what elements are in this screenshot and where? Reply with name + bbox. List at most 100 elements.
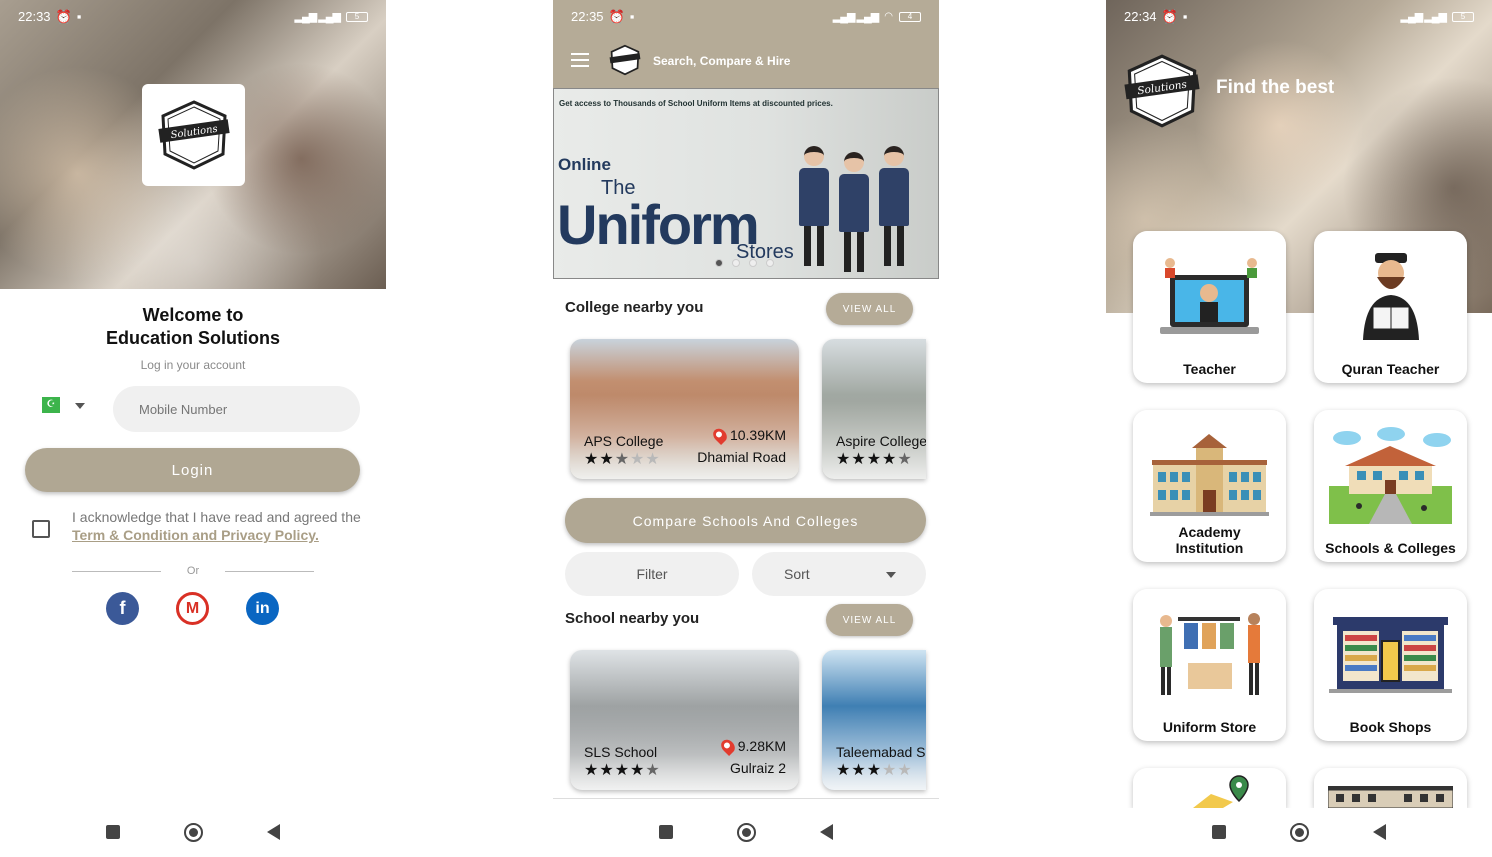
location-pin-icon bbox=[710, 425, 730, 445]
terms-link[interactable]: Term & Condition and Privacy Policy. bbox=[72, 527, 319, 543]
college-name: Aspire College bbox=[836, 433, 926, 449]
category-label: Academy Institution bbox=[1175, 524, 1244, 556]
header-title: Search, Compare & Hire bbox=[653, 54, 791, 68]
home-icon[interactable] bbox=[1290, 822, 1309, 842]
category-label: Book Shops bbox=[1349, 719, 1432, 735]
carousel-dots[interactable] bbox=[715, 259, 774, 267]
academy-building-icon bbox=[1150, 434, 1269, 516]
category-card-partial[interactable] bbox=[1314, 768, 1467, 808]
book-shop-icon bbox=[1329, 617, 1452, 693]
status-time: 22:34 bbox=[1124, 9, 1157, 24]
signal-icon: ▂▄▆ ▂▄▆ bbox=[1400, 11, 1447, 23]
student-illustration bbox=[879, 146, 909, 266]
home-screen: 22:35 ⏰ ▪ ▂▄▆ ▂▄▆ ◠ 4 Search, Compare & … bbox=[553, 0, 939, 857]
gmail-icon[interactable]: M bbox=[176, 592, 209, 625]
battery-icon: 5 bbox=[1452, 11, 1474, 22]
rating-stars: ★★★★★ bbox=[836, 451, 913, 468]
login-screen: 22:33 ⏰ ▪ ▂▄▆ ▂▄▆ 5 Solutions Welcome to… bbox=[0, 0, 386, 857]
college-name: APS College bbox=[584, 433, 664, 449]
android-nav-bar bbox=[0, 807, 386, 857]
category-label: Teacher bbox=[1183, 361, 1236, 377]
lock-icon: ▪ bbox=[1182, 9, 1188, 24]
category-quran-teacher[interactable]: Quran Teacher bbox=[1314, 231, 1467, 383]
recents-icon[interactable] bbox=[106, 825, 120, 839]
welcome-line-1: Welcome to bbox=[142, 305, 244, 325]
android-nav-bar bbox=[1106, 807, 1492, 857]
college-view-all-button[interactable]: VIEW ALL bbox=[826, 293, 913, 325]
school-name: Taleemabad S bbox=[836, 744, 926, 760]
home-icon[interactable] bbox=[184, 822, 203, 842]
student-illustration bbox=[839, 152, 869, 272]
student-illustration bbox=[799, 146, 829, 266]
banner-online: Online bbox=[558, 155, 611, 174]
school-area: Gulraiz 2 bbox=[729, 760, 786, 776]
login-button[interactable]: Login bbox=[25, 448, 360, 492]
alarm-icon: ⏰ bbox=[608, 8, 625, 24]
school-card[interactable]: SLS School 9.28KM Gulraiz 2 ★★★★★ bbox=[570, 650, 799, 790]
building-icon bbox=[1328, 786, 1453, 808]
status-time: 22:35 bbox=[571, 9, 604, 24]
category-schools-colleges[interactable]: Schools & Colleges bbox=[1314, 410, 1467, 562]
category-uniform-store[interactable]: Uniform Store bbox=[1133, 589, 1286, 741]
home-icon[interactable] bbox=[737, 822, 756, 842]
categories-screen: 22:34 ⏰ ▪ ▂▄▆ ▂▄▆ 5 Solutions Find the b… bbox=[1106, 0, 1492, 857]
school-view-all-button[interactable]: VIEW ALL bbox=[826, 604, 913, 636]
education-solutions-logo-icon: Solutions bbox=[157, 100, 230, 170]
chevron-down-icon bbox=[886, 572, 896, 578]
recents-icon[interactable] bbox=[659, 825, 673, 839]
education-solutions-logo-icon: Solutions bbox=[1124, 54, 1200, 128]
hero-headline: Find the best bbox=[1216, 77, 1335, 98]
uniform-store-icon bbox=[1160, 613, 1260, 695]
app-logo: Solutions bbox=[142, 84, 245, 186]
school-distance: 9.28KM bbox=[718, 736, 786, 756]
school-card[interactable]: Taleemabad S ★★★★★ bbox=[822, 650, 926, 790]
category-label: Schools & Colleges bbox=[1325, 540, 1456, 556]
or-label: Or bbox=[186, 565, 200, 577]
terms-checkbox[interactable] bbox=[32, 520, 50, 538]
category-teacher[interactable]: Teacher bbox=[1133, 231, 1286, 383]
back-icon[interactable] bbox=[820, 824, 833, 840]
banner-tagline: Get access to Thousands of School Unifor… bbox=[559, 99, 833, 108]
back-icon[interactable] bbox=[1373, 824, 1386, 840]
teacher-laptop-icon bbox=[1160, 258, 1259, 334]
status-bar: 22:34 ⏰ ▪ ▂▄▆ ▂▄▆ 5 bbox=[1106, 0, 1492, 33]
welcome-line-2: Education Solutions bbox=[106, 328, 280, 348]
category-label: Quran Teacher bbox=[1341, 361, 1440, 377]
android-nav-bar bbox=[553, 807, 939, 857]
status-time: 22:33 bbox=[18, 9, 51, 24]
menu-icon[interactable] bbox=[571, 53, 589, 67]
college-card[interactable]: Aspire College ★★★★★ bbox=[822, 339, 926, 479]
school-building-icon bbox=[1329, 427, 1452, 524]
chevron-down-icon[interactable] bbox=[75, 403, 85, 409]
wifi-icon: ◠ bbox=[884, 11, 893, 22]
back-icon[interactable] bbox=[267, 824, 280, 840]
rating-stars: ★★★★★ bbox=[584, 762, 661, 779]
category-academy-institution[interactable]: Academy Institution bbox=[1133, 410, 1286, 562]
category-card-partial[interactable] bbox=[1133, 768, 1286, 808]
college-section-title: College nearby you bbox=[565, 299, 704, 316]
map-pin-icon bbox=[1193, 775, 1249, 808]
lock-icon: ▪ bbox=[76, 9, 82, 24]
battery-icon: 5 bbox=[346, 11, 368, 22]
terms-text: I acknowledge that I have read and agree… bbox=[72, 508, 372, 544]
status-bar: 22:33 ⏰ ▪ ▂▄▆ ▂▄▆ 5 bbox=[0, 0, 386, 33]
banner-uniform: Uniform bbox=[557, 193, 760, 256]
rating-stars: ★★★★★ bbox=[836, 762, 913, 779]
college-card[interactable]: APS College 10.39KM Dhamial Road ★★★★★ bbox=[570, 339, 799, 479]
recents-icon[interactable] bbox=[1212, 825, 1226, 839]
school-name: SLS School bbox=[584, 744, 658, 760]
login-subtitle: Log in your account bbox=[140, 358, 246, 372]
location-pin-icon bbox=[718, 736, 738, 756]
ack-text: I acknowledge that I have read and agree… bbox=[72, 509, 361, 525]
mobile-number-input[interactable] bbox=[113, 386, 360, 432]
promo-banner[interactable]: Get access to Thousands of School Unifor… bbox=[553, 88, 939, 279]
pakistan-flag-icon[interactable]: ☪ bbox=[42, 397, 60, 413]
facebook-icon[interactable]: f bbox=[106, 592, 139, 625]
compare-schools-button[interactable]: Compare Schools And Colleges bbox=[565, 498, 926, 543]
filter-button[interactable]: Filter bbox=[565, 552, 739, 596]
school-section-title: School nearby you bbox=[565, 610, 700, 627]
signal-icon: ▂▄▆ ▂▄▆ bbox=[832, 11, 879, 23]
sort-dropdown[interactable]: Sort bbox=[752, 552, 926, 596]
category-book-shops[interactable]: Book Shops bbox=[1314, 589, 1467, 741]
linkedin-icon[interactable]: in bbox=[246, 592, 279, 625]
